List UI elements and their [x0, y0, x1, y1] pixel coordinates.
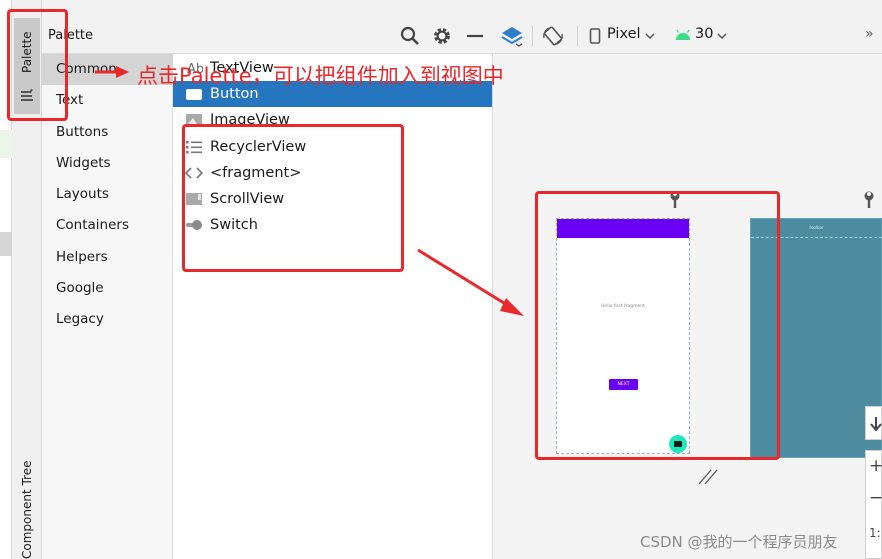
gutter-highlight: [0, 130, 12, 158]
design-toolbar: Pixel 30 »: [493, 17, 882, 54]
device-label: Pixel: [607, 26, 641, 42]
scrollview-icon: [186, 193, 202, 205]
widget-label: <fragment>: [210, 165, 302, 181]
hand-icon: [870, 417, 882, 432]
category-containers[interactable]: Containers: [42, 210, 173, 241]
category-legacy[interactable]: Legacy: [42, 304, 173, 335]
palette-categories: Common Text Buttons Widgets Layouts Cont…: [42, 54, 173, 559]
wrench-icon[interactable]: [668, 191, 682, 209]
palette-title: Palette: [48, 28, 94, 43]
minimize-icon[interactable]: [465, 26, 485, 46]
zoom-reset-button[interactable]: 1:: [869, 526, 881, 540]
layers-icon[interactable]: [500, 25, 524, 47]
palette-tab-label: Palette: [20, 31, 34, 73]
widget-label: RecyclerView: [210, 139, 307, 155]
phone-icon: [589, 28, 601, 44]
component-tree-tab-label: Component Tree: [20, 460, 34, 559]
zoom-controls: + − 1:: [865, 406, 882, 559]
tool-window-strip: Palette Component Tree: [12, 0, 42, 559]
android-icon: [676, 29, 690, 40]
annotation-text: 点击Palette，可以把组件加入到视图中: [137, 64, 504, 88]
widget-label: Switch: [210, 217, 258, 233]
chevron-down-icon: [717, 33, 727, 40]
widget-fragment[interactable]: <fragment>: [173, 160, 492, 186]
device-selector[interactable]: Pixel: [589, 25, 659, 47]
switch-icon: [186, 220, 202, 230]
next-button[interactable]: NEXT: [609, 379, 638, 390]
widget-switch[interactable]: Switch: [173, 212, 492, 238]
gutter-marker: [0, 232, 12, 256]
app-toolbar: [557, 219, 689, 238]
widget-scrollview[interactable]: ScrollView: [173, 186, 492, 212]
api-level-selector[interactable]: 30: [675, 25, 731, 47]
category-helpers[interactable]: Helpers: [42, 242, 173, 273]
toolbar-separator: [577, 26, 578, 46]
category-layouts[interactable]: Layouts: [42, 179, 173, 210]
design-canvas[interactable]: Hello first fragment NEXT toolbar + − 1:: [493, 54, 882, 559]
palette-header: Palette: [42, 17, 493, 54]
widget-imageview[interactable]: ImageView: [173, 107, 492, 133]
pan-button[interactable]: [865, 406, 882, 440]
palette-icon: [21, 88, 33, 101]
widget-label: ImageView: [210, 112, 290, 128]
palette-tab[interactable]: Palette: [14, 18, 40, 114]
list-icon: [186, 141, 202, 154]
watermark: CSDN @我的一个程序员朋友: [640, 533, 838, 551]
widget-recyclerview[interactable]: RecyclerView: [173, 134, 492, 160]
widget-label: ScrollView: [210, 191, 285, 207]
blueprint-label: toolbar: [809, 225, 824, 230]
category-widgets[interactable]: Widgets: [42, 148, 173, 179]
resize-handle-icon[interactable]: [697, 464, 721, 486]
design-preview[interactable]: Hello first fragment NEXT: [556, 218, 690, 454]
zoom-out-button[interactable]: −: [869, 488, 882, 508]
palette-widget-list: Ab TextView Button ImageView RecyclerVie…: [173, 54, 493, 559]
blueprint-preview[interactable]: toolbar: [750, 218, 882, 458]
zoom-in-button[interactable]: +: [869, 456, 882, 476]
code-brackets-icon: [185, 167, 203, 179]
imageview-icon: [186, 114, 202, 126]
chevron-down-icon: [645, 33, 655, 40]
component-tree-tab[interactable]: Component Tree: [14, 459, 40, 559]
zoom-button-group: + − 1:: [865, 450, 882, 559]
orientation-icon[interactable]: [541, 25, 565, 47]
toolbar-separator: [532, 26, 533, 46]
editor-gutter: [0, 0, 12, 559]
gear-icon[interactable]: [432, 26, 452, 46]
blueprint-toolbar-outline: [751, 237, 882, 238]
wrench-icon[interactable]: [862, 191, 876, 209]
fragment-text: Hello first fragment: [601, 304, 645, 309]
more-actions-button[interactable]: »: [865, 26, 874, 48]
category-google[interactable]: Google: [42, 273, 173, 304]
api-level-label: 30: [695, 26, 714, 42]
category-buttons[interactable]: Buttons: [42, 117, 173, 148]
search-icon[interactable]: [400, 26, 420, 46]
fab-email-icon[interactable]: [669, 435, 687, 453]
